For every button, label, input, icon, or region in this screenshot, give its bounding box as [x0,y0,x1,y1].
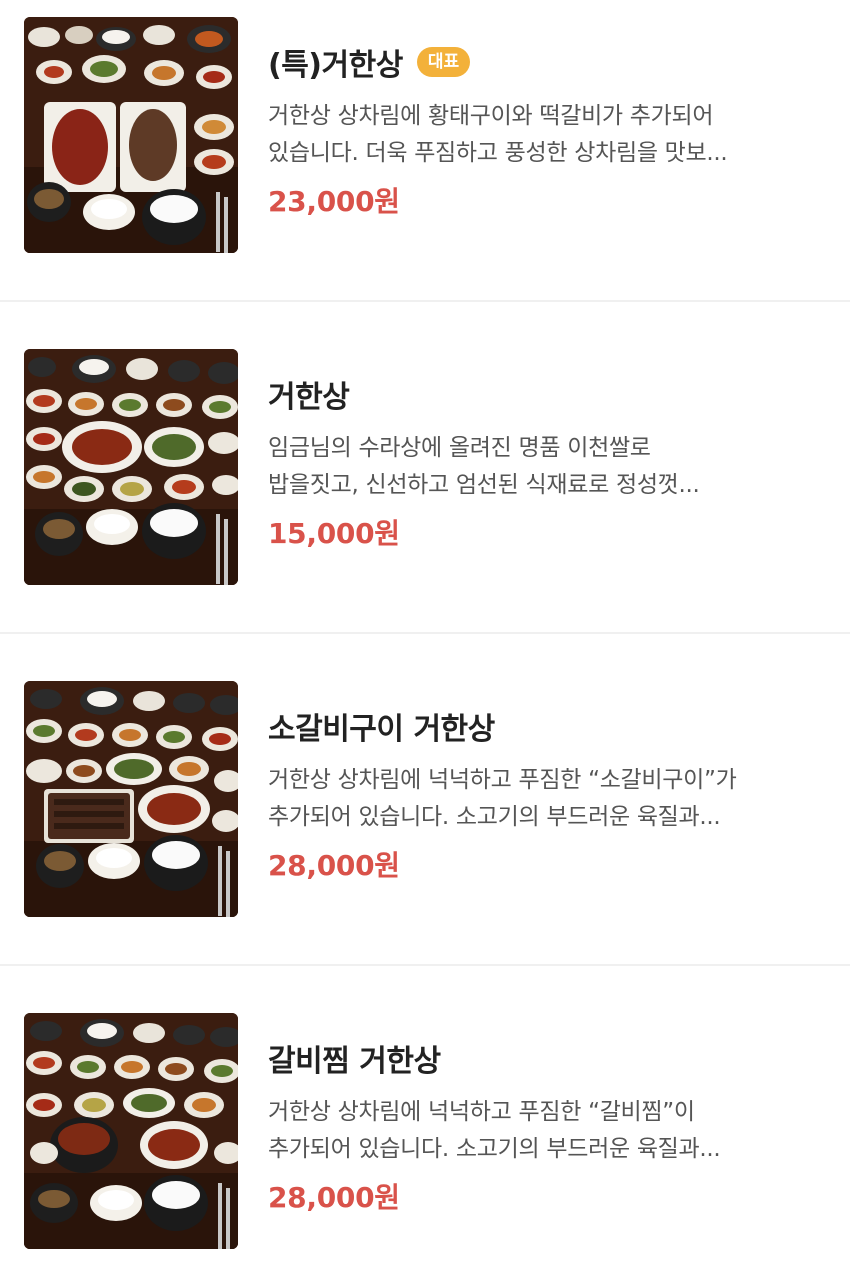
food-photo-image [24,681,238,917]
menu-item-special-geohansang[interactable]: (특)거한상 대표 거한상 상차림에 황태구이와 떡갈비가 추가되어 있습니다.… [0,0,850,302]
title-row: 소갈비구이 거한상 [268,704,838,748]
menu-description: 임금님의 수라상에 올려진 명품 이천쌀로 밥을짓고, 신선하고 엄선된 식재료… [268,430,838,504]
menu-title: 갈비찜 거한상 [268,1044,441,1079]
food-photo [24,681,238,917]
menu-item-galbi-jjim-geohansang[interactable]: 갈비찜 거한상 거한상 상차림에 넉넉하고 푸짐한 “갈비찜”이 추가되어 있습… [0,966,850,1276]
food-photo-image [24,349,238,585]
menu-list: (특)거한상 대표 거한상 상차림에 황태구이와 떡갈비가 추가되어 있습니다.… [0,0,850,1276]
title-row: 갈비찜 거한상 [268,1036,838,1080]
food-photo-image [24,1013,238,1249]
food-photo-image [24,17,238,253]
menu-item-info: 거한상 임금님의 수라상에 올려진 명품 이천쌀로 밥을짓고, 신선하고 엄선된… [268,372,838,552]
menu-price: 15,000원 [268,517,400,550]
food-photo [24,1013,238,1249]
menu-price: 23,000원 [268,185,400,218]
title-row: (특)거한상 대표 [268,40,838,84]
food-photo [24,17,238,253]
menu-description: 거한상 상차림에 넉넉하고 푸짐한 “갈비찜”이 추가되어 있습니다. 소고기의… [268,1094,838,1168]
title-row: 거한상 [268,372,838,416]
menu-price: 28,000원 [268,849,400,882]
menu-description-line: 거한상 상차림에 황태구이와 떡갈비가 추가되어 [268,103,714,129]
menu-item-geohansang[interactable]: 거한상 임금님의 수라상에 올려진 명품 이천쌀로 밥을짓고, 신선하고 엄선된… [0,302,850,634]
menu-description-line: 추가되어 있습니다. 소고기의 부드러운 육질과... [268,804,721,830]
menu-description-line: 있습니다. 더욱 푸짐하고 풍성한 상차림을 맛보... [268,140,728,166]
menu-description-line: 거한상 상차림에 넉넉하고 푸짐한 “소갈비구이”가 [268,767,737,793]
menu-description-line: 밥을짓고, 신선하고 엄선된 식재료로 정성껏... [268,472,700,498]
menu-description-line: 거한상 상차림에 넉넉하고 푸짐한 “갈비찜”이 [268,1099,695,1125]
menu-title: (특)거한상 [268,48,403,83]
representative-badge: 대표 [416,47,471,77]
menu-item-galbi-gui-geohansang[interactable]: 소갈비구이 거한상 거한상 상차림에 넉넉하고 푸짐한 “소갈비구이”가 추가되… [0,634,850,966]
menu-item-info: (특)거한상 대표 거한상 상차림에 황태구이와 떡갈비가 추가되어 있습니다.… [268,40,838,220]
menu-title: 거한상 [268,380,350,415]
menu-item-info: 소갈비구이 거한상 거한상 상차림에 넉넉하고 푸짐한 “소갈비구이”가 추가되… [268,704,838,884]
food-photo [24,349,238,585]
menu-price: 28,000원 [268,1181,400,1214]
menu-description-line: 임금님의 수라상에 올려진 명품 이천쌀로 [268,435,651,461]
menu-item-info: 갈비찜 거한상 거한상 상차림에 넉넉하고 푸짐한 “갈비찜”이 추가되어 있습… [268,1036,838,1216]
menu-description: 거한상 상차림에 황태구이와 떡갈비가 추가되어 있습니다. 더욱 푸짐하고 풍… [268,98,838,172]
menu-description: 거한상 상차림에 넉넉하고 푸짐한 “소갈비구이”가 추가되어 있습니다. 소고… [268,762,838,836]
menu-title: 소갈비구이 거한상 [268,712,495,747]
menu-description-line: 추가되어 있습니다. 소고기의 부드러운 육질과... [268,1136,721,1162]
